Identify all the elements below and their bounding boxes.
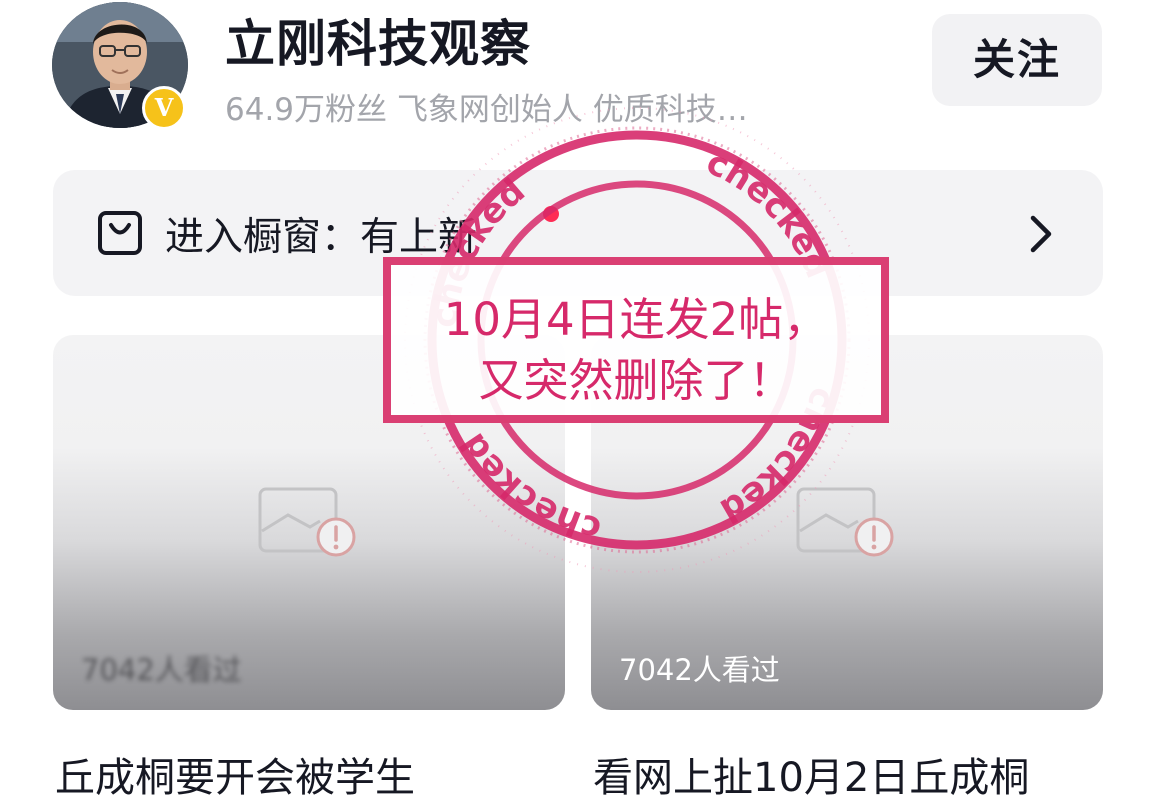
broken-image-icon [796, 487, 894, 557]
profile-name: 立刚科技观察 [225, 15, 531, 73]
shop-window-label: 进入橱窗：有上新 [165, 215, 478, 260]
new-item-dot [543, 206, 559, 222]
verified-badge-icon: V [142, 86, 186, 130]
broken-image-icon [258, 487, 356, 557]
shopping-bag-icon [98, 211, 142, 255]
view-count: 7042人看过 [619, 653, 780, 687]
follow-button[interactable]: 关注 [932, 14, 1102, 106]
profile-page: V 立刚科技观察 64.9万粉丝 飞象网创始人 优质科技… 关注 进入橱窗：有上… [0, 0, 1150, 800]
chevron-right-icon [1030, 215, 1052, 253]
video-title[interactable]: 看网上扯10月2日丘成桐 [593, 745, 1029, 800]
stamp-text-line-1: 10月4日连发2帖， [443, 293, 829, 346]
video-title[interactable]: 丘成桐要开会被学生 [55, 745, 415, 800]
profile-subtitle: 64.9万粉丝 飞象网创始人 优质科技… [225, 92, 748, 128]
stamp-text-line-2: 又突然删除了！ [478, 354, 794, 407]
stamp-banner: 10月4日连发2帖， 又突然删除了！ [383, 257, 889, 423]
view-count: 7042人看过 [81, 653, 242, 687]
